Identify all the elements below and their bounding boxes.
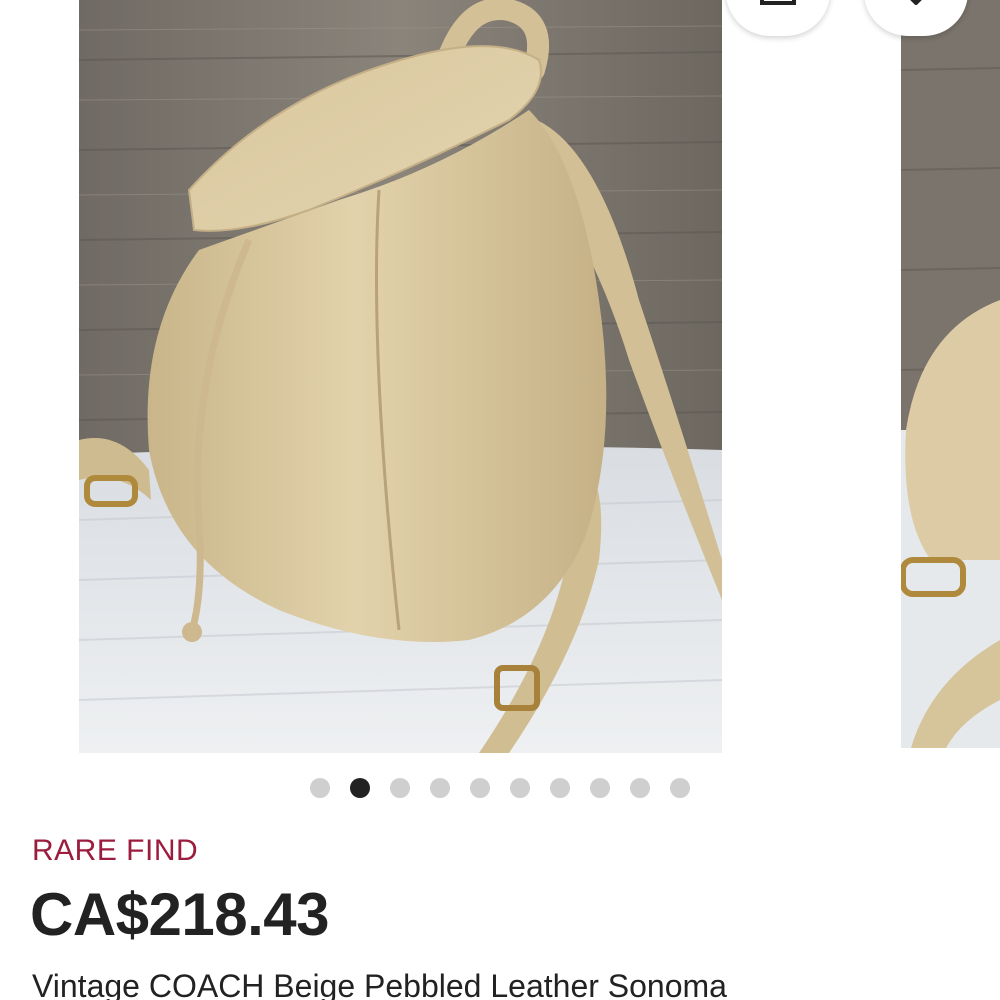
carousel-dot[interactable] <box>670 778 690 798</box>
carousel-dot-active[interactable] <box>350 778 370 798</box>
carousel-dot[interactable] <box>630 778 650 798</box>
carousel-pagination <box>0 778 1000 800</box>
next-photo-art <box>901 0 1000 748</box>
rare-find-badge: RARE FIND <box>32 834 199 867</box>
listing-page: RARE FIND CA$218.43 Vintage COACH Beige … <box>0 0 1000 1000</box>
carousel-dot[interactable] <box>310 778 330 798</box>
carousel-dot[interactable] <box>430 778 450 798</box>
carousel-dot[interactable] <box>550 778 570 798</box>
product-title[interactable]: Vintage COACH Beige Pebbled Leather Sono… <box>32 968 727 1000</box>
carousel-dot[interactable] <box>590 778 610 798</box>
next-product-photo[interactable] <box>901 0 1000 748</box>
image-carousel[interactable] <box>0 0 1000 760</box>
tag-icon <box>900 0 932 10</box>
backpack-photo-art <box>79 0 722 753</box>
cart-icon <box>758 0 798 10</box>
add-to-cart-button[interactable] <box>726 0 830 36</box>
carousel-dot[interactable] <box>470 778 490 798</box>
carousel-dot[interactable] <box>390 778 410 798</box>
product-photo[interactable] <box>79 0 722 753</box>
product-price: CA$218.43 <box>30 881 330 948</box>
carousel-dot[interactable] <box>510 778 530 798</box>
